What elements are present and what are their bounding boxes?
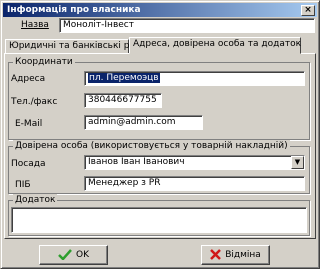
title-bar: Інформація про власника × xyxy=(3,3,317,17)
address-label: Адреса xyxy=(11,74,46,84)
email-input[interactable]: admin@admin.com xyxy=(84,115,203,130)
tab-panel: Координати Адреса пл. Перемоэцв Тел./фак… xyxy=(4,53,316,239)
position-value: Іванов Іван Іванович xyxy=(88,157,185,167)
appendix-title: Додаток xyxy=(13,194,58,206)
full-name-label: ПІБ xyxy=(15,180,31,190)
owner-name-input[interactable]: Моноліт-Інвест xyxy=(59,18,315,33)
cancel-button[interactable]: Відміна xyxy=(201,245,270,265)
phone-input[interactable]: 380446677755 xyxy=(84,93,162,108)
position-label: Посада xyxy=(11,159,46,169)
cross-icon xyxy=(210,249,222,260)
ok-button[interactable]: OK xyxy=(39,245,108,265)
email-label: E-Mail xyxy=(15,119,43,129)
tab-label: Адреса, довірена особа та додаток xyxy=(133,39,302,49)
address-input[interactable]: пл. Перемоэцв xyxy=(84,71,305,86)
checkmark-icon xyxy=(58,249,72,260)
close-icon: × xyxy=(304,5,312,15)
chevron-down-icon[interactable]: ▼ xyxy=(291,156,304,169)
name-label: Назва xyxy=(21,20,49,30)
owner-info-dialog: Інформація про власника × Назва Моноліт-… xyxy=(0,0,320,269)
window-title: Інформація про власника xyxy=(7,5,141,15)
address-value: пл. Перемоэцв xyxy=(88,73,160,83)
close-button[interactable]: × xyxy=(301,5,315,16)
appendix-textarea[interactable] xyxy=(11,207,307,233)
position-select[interactable]: Іванов Іван Іванович ▼ xyxy=(84,155,305,170)
phone-label: Тел./факс xyxy=(11,97,58,107)
tab-legal-bank[interactable]: Юридичні та банківські реквізити xyxy=(5,39,170,54)
trusted-person-title: Довірена особа (використовується у товар… xyxy=(13,140,290,152)
tab-address-person[interactable]: Адреса, довірена особа та додаток xyxy=(129,37,301,54)
ok-label: OK xyxy=(76,250,89,260)
cancel-label: Відміна xyxy=(225,250,261,260)
coordinates-title: Координати xyxy=(13,56,75,68)
full-name-input[interactable]: Менеджер з PR xyxy=(84,176,305,191)
